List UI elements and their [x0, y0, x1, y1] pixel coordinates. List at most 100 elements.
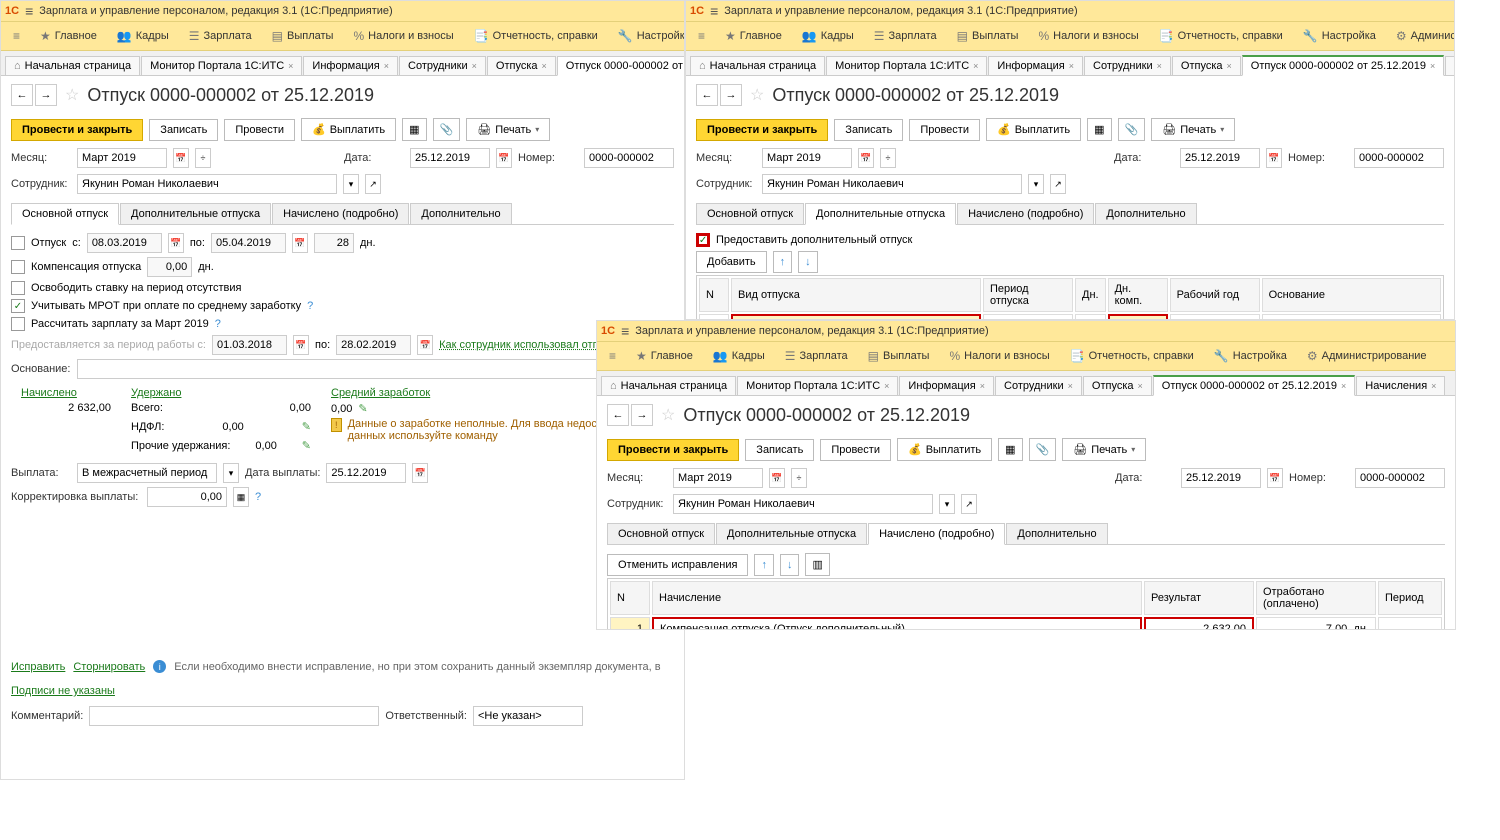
star-icon[interactable]: ☆ [661, 405, 675, 425]
days-input[interactable] [314, 233, 354, 253]
help-icon[interactable]: ? [307, 300, 313, 312]
nav-otchet[interactable]: 📑Отчетность, справки [466, 27, 606, 45]
calendar-icon[interactable]: 📅 [168, 233, 184, 253]
tab-start[interactable]: ⌂Начальная страница [5, 56, 140, 75]
nav-vyplaty[interactable]: ▤Выплаты [949, 27, 1027, 45]
fwd-button[interactable]: → [720, 84, 742, 106]
period-to-input[interactable] [336, 335, 411, 355]
komp-checkbox[interactable] [11, 260, 25, 274]
calendar-icon[interactable]: 📅 [496, 148, 512, 168]
nav-home[interactable]: ★Главное [717, 27, 790, 45]
nav-admin[interactable]: ⚙Администри [1388, 27, 1455, 45]
nav-kadry[interactable]: 👥Кадры [109, 27, 177, 45]
doctab-addl[interactable]: Дополнительные отпуска [805, 203, 956, 225]
attach-button[interactable]: 📎 [1029, 438, 1057, 461]
nav-nalogi[interactable]: %Налоги и взносы [1030, 27, 1146, 45]
cols-button[interactable]: ▥ [805, 553, 829, 576]
nav-vyplaty[interactable]: ▤Выплаты [264, 27, 342, 45]
tab-doc[interactable]: Отпуск 0000-000002 от 25.12.2019× [557, 56, 685, 76]
zapisat-button[interactable]: Записать [745, 439, 814, 461]
grid-button[interactable]: ▦ [998, 438, 1022, 461]
dropdown-icon[interactable]: ▾ [223, 463, 239, 483]
tab-monitor[interactable]: Монитор Портала 1С:ИТС× [141, 56, 302, 75]
calendar-icon[interactable]: 📅 [769, 468, 785, 488]
dropdown-icon[interactable]: ▾ [939, 494, 955, 514]
doctab-main[interactable]: Основной отпуск [696, 203, 804, 224]
calendar-icon[interactable]: 📅 [293, 335, 309, 355]
nav-zarplata[interactable]: ☰Зарплата [181, 27, 260, 45]
fwd-button[interactable]: → [631, 404, 653, 426]
doctab-addl[interactable]: Дополнительные отпуска [716, 523, 867, 544]
tab-sotrudniki[interactable]: Сотрудники× [399, 56, 486, 75]
vyplatit-button[interactable]: 💰Выплатить [897, 438, 992, 461]
vyplatit-button[interactable]: 💰Выплатить [986, 118, 1081, 141]
tab-monitor[interactable]: Монитор Портала 1С:ИТС× [737, 376, 898, 395]
from-input[interactable] [87, 233, 162, 253]
number-input[interactable] [584, 148, 674, 168]
edit-icon[interactable]: ✎ [302, 420, 311, 433]
tab-sotrudniki[interactable]: Сотрудники× [995, 376, 1082, 395]
osnovanie-input[interactable] [77, 359, 674, 379]
print-button[interactable]: 🖨Печать▾ [1062, 438, 1146, 461]
nav-settings[interactable]: 🔧Настройка [1295, 27, 1384, 45]
print-button[interactable]: 🖨Печать▾ [466, 118, 550, 141]
to-input[interactable] [211, 233, 286, 253]
back-button[interactable]: ← [11, 84, 33, 106]
provesti-button[interactable]: Провести [909, 119, 980, 141]
doctab-extra[interactable]: Дополнительно [410, 203, 511, 224]
employee-input[interactable] [673, 494, 933, 514]
tab-nachisl[interactable]: Начисления [1445, 56, 1455, 75]
hamburger-icon[interactable]: ≡ [621, 323, 629, 339]
help-icon[interactable]: ? [215, 318, 221, 330]
number-input[interactable] [1354, 148, 1444, 168]
tab-start[interactable]: ⌂Начальная страница [601, 376, 736, 395]
close-icon[interactable]: × [288, 61, 293, 71]
edit-icon[interactable]: ✎ [302, 439, 311, 452]
star-icon[interactable]: ☆ [65, 85, 79, 105]
free-rate-checkbox[interactable] [11, 281, 25, 295]
calendar-icon[interactable]: 📅 [173, 148, 189, 168]
fwd-button[interactable]: → [35, 84, 57, 106]
provesti-button[interactable]: Провести [224, 119, 295, 141]
nav-settings[interactable]: 🔧Настройка [610, 27, 685, 45]
doctab-detailed[interactable]: Начислено (подробно) [868, 523, 1005, 545]
down-button[interactable]: ↓ [798, 251, 818, 273]
close-icon[interactable]: × [384, 61, 389, 71]
tab-nachisl[interactable]: Начисления× [1356, 376, 1445, 395]
nav-zarplata[interactable]: ☰Зарплата [777, 347, 856, 365]
add-button[interactable]: Добавить [696, 251, 767, 273]
month-input[interactable] [762, 148, 852, 168]
tab-doc[interactable]: Отпуск 0000-000002 от 25.12.2019× [1153, 375, 1355, 396]
hamburger-icon[interactable]: ≡ [25, 3, 33, 19]
calendar-icon[interactable]: 📅 [412, 463, 428, 483]
tab-info[interactable]: Информация× [303, 56, 398, 75]
calc-icon[interactable]: ▦ [233, 487, 249, 507]
dropdown-icon[interactable]: ▾ [1028, 174, 1044, 194]
doctab-main[interactable]: Основной отпуск [607, 523, 715, 544]
back-button[interactable]: ← [607, 404, 629, 426]
calc-checkbox[interactable] [11, 317, 25, 331]
tab-otpuska[interactable]: Отпуска× [1083, 376, 1152, 395]
doctab-detailed[interactable]: Начислено (подробно) [272, 203, 409, 224]
calendar-icon[interactable]: 📅 [858, 148, 874, 168]
dropdown-icon[interactable]: ▾ [343, 174, 359, 194]
nav-otchet[interactable]: 📑Отчетность, справки [1062, 347, 1202, 365]
back-button[interactable]: ← [696, 84, 718, 106]
provesti-button[interactable]: Провести [820, 439, 891, 461]
zapisat-button[interactable]: Записать [834, 119, 903, 141]
nav-menu[interactable]: ≡ [5, 27, 28, 45]
calendar-icon[interactable]: 📅 [292, 233, 308, 253]
nav-menu[interactable]: ≡ [601, 347, 624, 365]
nav-kadry[interactable]: 👥Кадры [794, 27, 862, 45]
tab-otpuska[interactable]: Отпуска× [1172, 56, 1241, 75]
employee-input[interactable] [762, 174, 1022, 194]
tab-info[interactable]: Информация× [988, 56, 1083, 75]
open-icon[interactable]: ↗ [365, 174, 381, 194]
vyplatit-button[interactable]: 💰Выплатить [301, 118, 396, 141]
grant-addl-checkbox[interactable]: ✓ [696, 233, 710, 247]
down-button[interactable]: ↓ [780, 554, 800, 576]
tab-info[interactable]: Информация× [899, 376, 994, 395]
month-input[interactable] [673, 468, 763, 488]
employee-input[interactable] [77, 174, 337, 194]
nav-admin[interactable]: ⚙Администрирование [1299, 347, 1435, 365]
